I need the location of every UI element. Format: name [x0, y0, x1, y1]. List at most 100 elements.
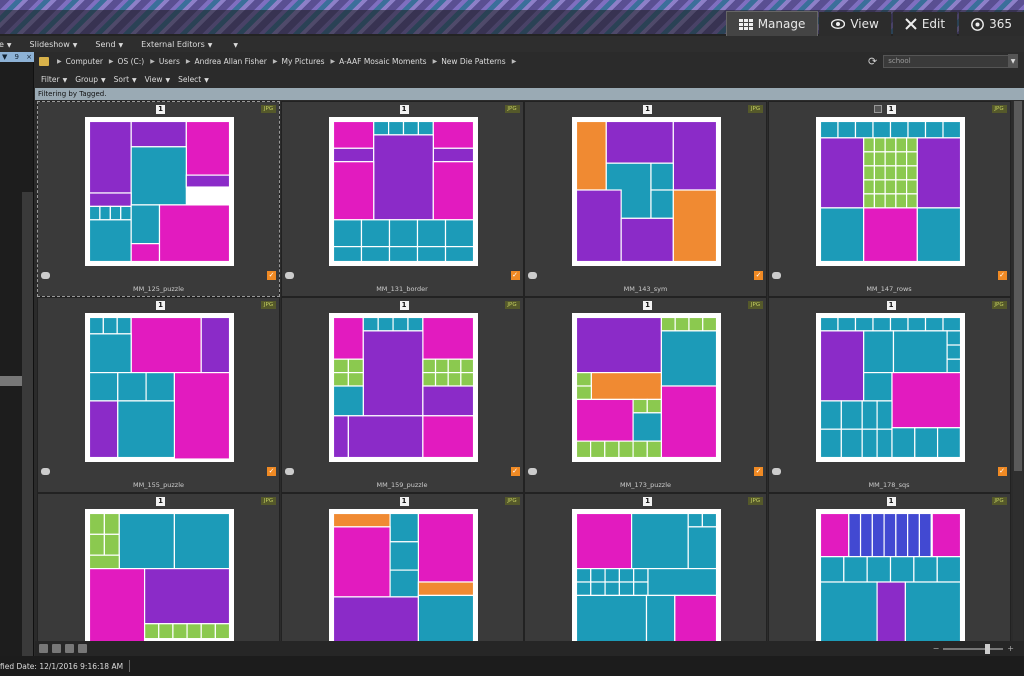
mosaic-cell [882, 512, 896, 558]
tagged-checkbox-icon[interactable]: ✓ [510, 271, 520, 280]
view-mode-button[interactable]: View [819, 12, 891, 36]
manage-mode-button[interactable]: Manage [725, 11, 819, 37]
toolbar-select-menu[interactable]: Select ▼ [178, 75, 209, 84]
chevron-right-icon[interactable]: ▶ [57, 58, 62, 65]
thumbnail-tile[interactable]: 1 JPG [524, 493, 767, 641]
toolbar-filter-menu[interactable]: Filter ▼ [41, 75, 67, 84]
toolbar-view-menu[interactable]: View ▼ [145, 75, 170, 84]
close-icon[interactable]: × [26, 53, 32, 61]
thumbnail-image[interactable] [85, 117, 234, 266]
layers-icon[interactable] [78, 644, 87, 653]
toolbar-sort-menu[interactable]: Sort ▼ [114, 75, 137, 84]
rotate-left-icon[interactable] [39, 644, 48, 653]
mosaic-cell [590, 568, 606, 583]
thumbnail-tile[interactable]: 1 JPG [37, 493, 280, 641]
chevron-right-icon[interactable]: ▶ [186, 58, 191, 65]
thumbnail-image[interactable] [815, 509, 965, 641]
search-input[interactable] [883, 54, 1014, 68]
breadcrumb-item[interactable]: Andrea Allan Fisher [194, 57, 266, 66]
mosaic-cell [894, 165, 907, 181]
menu-overflow[interactable]: ▼ [230, 40, 238, 49]
thumbnail-tile[interactable]: 1 JPG [280, 493, 524, 641]
zoom-in-icon[interactable]: + [1007, 644, 1014, 653]
mosaic-pattern [575, 512, 718, 641]
breadcrumb-item[interactable]: My Pictures [282, 57, 325, 66]
modified-date-text: fied Date: 12/1/2016 9:16:18 AM [0, 661, 124, 671]
mosaic-cell [646, 398, 662, 414]
mosaic-cell [862, 151, 875, 167]
thumbnail-tile[interactable]: 1 JPG ✓ MM_155_puzzle [37, 297, 280, 493]
mosaic-cell [861, 400, 878, 430]
thumbnail-tile[interactable]: 1 JPG ✓ MM_178_sqs [767, 297, 1011, 493]
breadcrumb-item[interactable]: A-AAF Mosaic Moments [339, 57, 426, 66]
chevron-right-icon[interactable]: ▶ [433, 58, 438, 65]
chevron-right-icon[interactable]: ▶ [331, 58, 336, 65]
mosaic-pattern [819, 120, 961, 263]
menu-truncated[interactable]: e ▼ [0, 40, 12, 49]
thumbnail-tile[interactable]: 1 JPG ✓ MM_131_border [280, 101, 524, 297]
breadcrumb-item[interactable]: OS (C:) [118, 57, 145, 66]
tagged-checkbox-icon[interactable]: ✓ [997, 467, 1007, 476]
mosaic-cell [633, 581, 649, 597]
mosaic-cell [130, 316, 202, 374]
thumbnail-tile[interactable]: 1 JPG [767, 493, 1011, 641]
chevron-right-icon[interactable]: ▶ [109, 58, 114, 65]
breadcrumb: ▶ Computer ▶ OS (C:) ▶ Users ▶ Andrea Allan Fis… [55, 57, 520, 66]
mosaic-cell [158, 204, 231, 263]
grid-scroll-thumb[interactable] [1014, 101, 1022, 471]
edit-mode-button[interactable]: Edit [892, 12, 958, 36]
breadcrumb-item[interactable]: New Die Patterns [441, 57, 506, 66]
menu-send[interactable]: Send ▼ [95, 40, 123, 49]
left-panel-scroll-thumb[interactable] [0, 376, 22, 386]
panel-tab-label[interactable]: 9 [15, 53, 19, 61]
tagged-checkbox-icon[interactable]: ✓ [754, 467, 763, 476]
zoom-out-icon[interactable]: − [933, 644, 940, 653]
breadcrumb-item[interactable]: Users [159, 57, 180, 66]
tagged-checkbox-icon[interactable]: ✓ [267, 271, 276, 280]
chevron-right-icon[interactable]: ▶ [150, 58, 155, 65]
grid-scrollbar[interactable] [1013, 101, 1023, 641]
breadcrumb-item[interactable]: Computer [66, 57, 103, 66]
compare-icon[interactable] [65, 644, 74, 653]
select-checkbox[interactable] [873, 105, 882, 113]
toolbar-group-menu[interactable]: Group ▼ [75, 75, 105, 84]
thumbnail-image[interactable] [572, 117, 721, 266]
tagged-checkbox-icon[interactable]: ✓ [267, 467, 276, 476]
thumbnail-image[interactable] [815, 313, 965, 462]
thumbnail-image[interactable] [572, 313, 721, 462]
thumbnail-image[interactable] [572, 509, 721, 641]
thumbnail-image[interactable] [328, 313, 478, 462]
mosaic-cell [158, 623, 174, 640]
thumbnail-image[interactable] [85, 313, 234, 462]
search-dropdown-button[interactable]: ▼ [1008, 54, 1018, 68]
menu-external-editors[interactable]: External Editors ▼ [141, 40, 212, 49]
mosaic-cell [459, 358, 474, 374]
thumbnail-image[interactable] [85, 509, 234, 641]
acdsee-365-button[interactable]: 365 [959, 12, 1024, 36]
mosaic-cell [946, 344, 961, 360]
thumbnail-tile[interactable]: 1 JPG ✓ MM_147_rows [767, 101, 1011, 297]
rotate-right-icon[interactable] [52, 644, 61, 653]
tagged-checkbox-icon[interactable]: ✓ [997, 271, 1007, 280]
thumbnail-image[interactable] [328, 509, 478, 641]
zoom-slider: − + [933, 643, 1014, 654]
tagged-checkbox-icon[interactable]: ✓ [754, 271, 763, 280]
zoom-track[interactable] [943, 643, 1004, 654]
mosaic-cell [332, 415, 349, 459]
chevron-right-icon[interactable]: ▶ [512, 58, 517, 65]
chevron-right-icon[interactable]: ▶ [273, 58, 278, 65]
thumbnail-tile[interactable]: 1 JPG ✓ MM_143_sym [524, 101, 767, 297]
thumbnail-tile[interactable]: 1 JPG ✓ MM_173_puzzle [524, 297, 767, 493]
thumbnail-tile[interactable]: 1 JPG ✓ MM_159_puzzle [280, 297, 524, 493]
thumbnail-image[interactable] [815, 117, 965, 266]
chevron-down-icon[interactable]: ▼ [2, 53, 7, 61]
tagged-checkbox-icon[interactable]: ✓ [510, 467, 520, 476]
mosaic-pattern [819, 512, 961, 641]
menu-slideshow[interactable]: Slideshow ▼ [30, 40, 78, 49]
refresh-icon[interactable]: ⟳ [868, 55, 877, 68]
thumbnail-tile[interactable]: 1 JPG ✓ MM_125_puzzle [37, 101, 280, 297]
thumbnail-image[interactable] [328, 117, 478, 266]
left-panel-scrollbar[interactable] [22, 192, 33, 676]
mosaic-cell [819, 512, 849, 558]
zoom-handle[interactable] [984, 643, 990, 654]
